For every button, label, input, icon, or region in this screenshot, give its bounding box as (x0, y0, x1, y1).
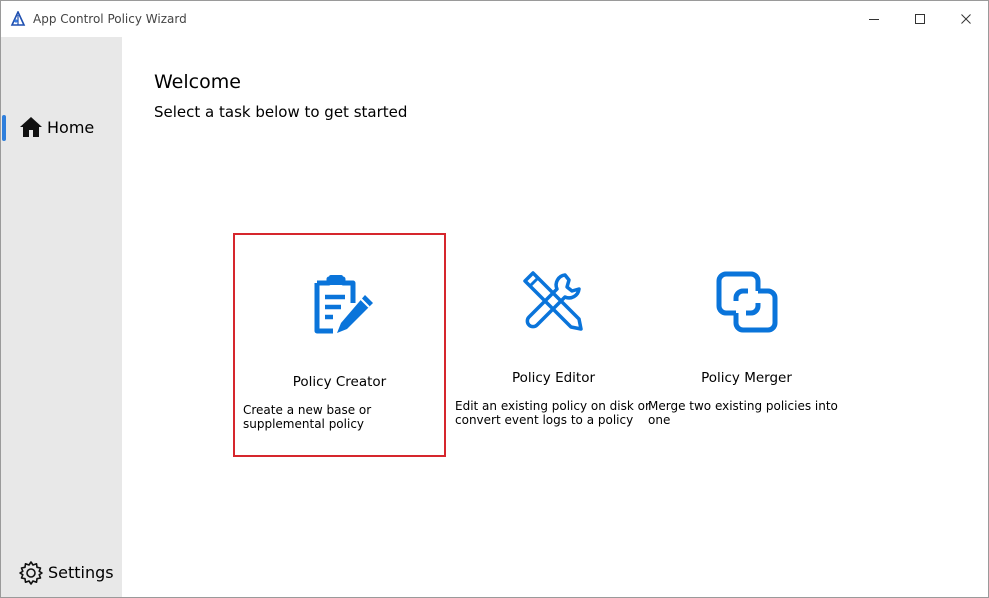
card-title: Policy Creator (292, 374, 387, 390)
minimize-icon (869, 19, 879, 20)
app-window: App Control Policy Wizard Home Settings (0, 0, 989, 598)
maximize-icon (915, 14, 925, 24)
page-title: Welcome (154, 71, 241, 93)
card-title: Policy Merger (701, 370, 792, 386)
sidebar-item-label: Settings (48, 563, 114, 582)
minimize-button[interactable] (851, 1, 897, 37)
policy-merger-card[interactable]: Policy Merger Merge two existing policie… (640, 233, 853, 457)
home-icon (20, 117, 42, 137)
merge-icon (716, 271, 778, 333)
card-description: Merge two existing policies into one (648, 399, 838, 427)
window-title: App Control Policy Wizard (33, 12, 187, 26)
policy-creator-card[interactable]: Policy Creator Create a new base or supp… (233, 233, 446, 457)
card-description: Create a new base or supplemental policy (243, 403, 372, 431)
main-content: Welcome Select a task below to get start… (122, 37, 988, 597)
sidebar-item-label: Home (47, 118, 95, 137)
tools-icon (523, 271, 583, 331)
card-title: Policy Editor (511, 370, 596, 386)
sidebar-item-settings[interactable]: Settings (1, 555, 122, 589)
card-description: Edit an existing policy on disk or conve… (455, 399, 650, 427)
title-bar[interactable]: App Control Policy Wizard (1, 1, 988, 37)
gear-icon (19, 561, 43, 585)
page-subtitle: Select a task below to get started (154, 103, 408, 121)
clipboard-pencil-icon (314, 275, 373, 334)
selection-indicator (2, 115, 6, 141)
sidebar-item-home[interactable]: Home (1, 111, 122, 145)
app-logo-icon (10, 11, 26, 26)
sidebar: Home Settings (1, 37, 122, 597)
close-icon (961, 14, 971, 24)
maximize-button[interactable] (897, 1, 943, 37)
policy-editor-card[interactable]: Policy Editor Edit an existing policy on… (447, 233, 660, 457)
close-button[interactable] (943, 1, 988, 37)
